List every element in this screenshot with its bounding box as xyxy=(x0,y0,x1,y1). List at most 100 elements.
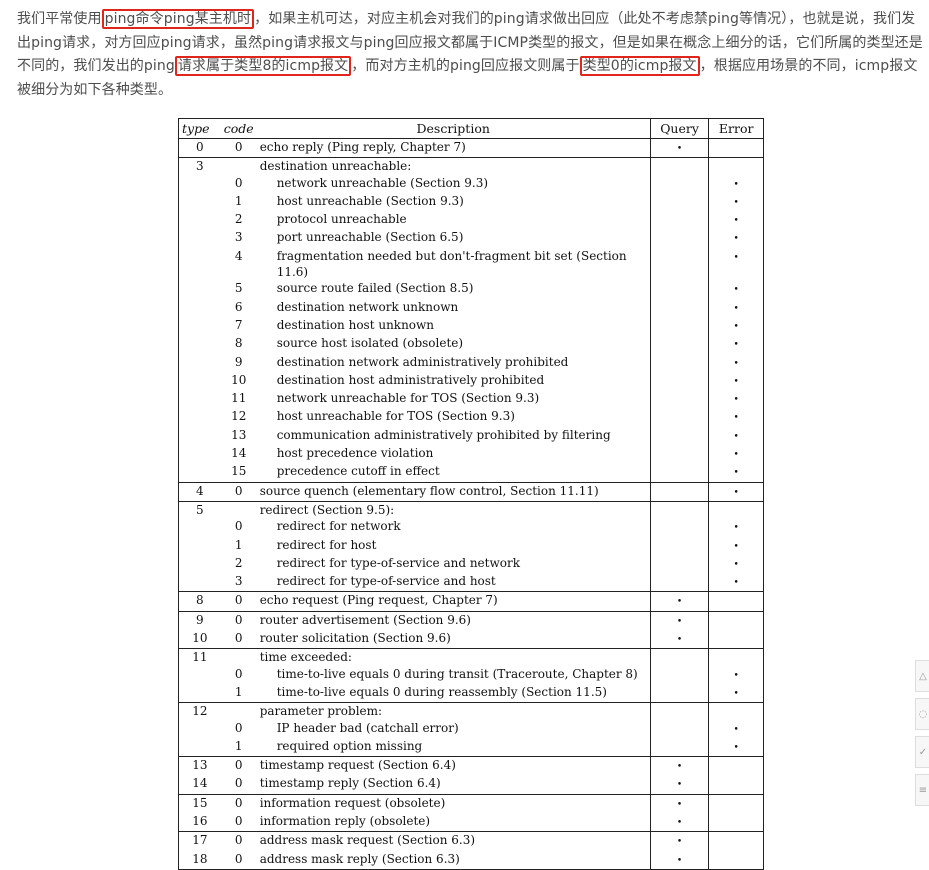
header-description: Description xyxy=(256,118,651,139)
query-cell xyxy=(649,390,709,409)
table-row: 15 precedence cutoff in effect • xyxy=(178,463,764,483)
query-cell xyxy=(649,445,709,464)
type-cell xyxy=(179,537,221,555)
error-cell: • xyxy=(708,463,764,483)
table-row: 3 destination unreachable: xyxy=(179,157,764,175)
table-row: 5 redirect (Section 9.5): xyxy=(179,501,764,519)
query-cell xyxy=(649,683,709,704)
description-cell: router solicitation (Section 9.6) xyxy=(256,630,651,650)
error-cell: • xyxy=(708,426,764,446)
query-cell xyxy=(649,536,709,555)
table-row: 3 redirect for type-of-service and host • xyxy=(178,573,764,593)
description-cell: host precedence violation xyxy=(276,446,434,461)
description-cell: source host isolated (obsolete) xyxy=(276,336,464,351)
error-cell xyxy=(708,591,764,612)
query-cell xyxy=(649,353,709,372)
table-row: 8 source host isolated (obsolete) • xyxy=(179,335,764,354)
query-cell xyxy=(649,426,709,446)
code-cell: 2 xyxy=(234,555,243,570)
query-cell xyxy=(649,408,709,427)
code-cell xyxy=(221,649,257,666)
table-row: 0 0 echo reply (Ping reply, Chapter 7) • xyxy=(178,138,764,159)
floating-side-toolbar: △ ◌ ✓ ≡ xyxy=(915,660,929,812)
bullet-mark: • xyxy=(733,541,739,552)
error-cell xyxy=(708,138,764,159)
code-cell: 9 xyxy=(234,354,243,369)
type-cell xyxy=(179,518,221,536)
bullet-mark: • xyxy=(733,724,739,735)
code-cell: 0 xyxy=(220,630,257,650)
description-cell: redirect for type-of-service and host xyxy=(256,573,651,593)
bullet-mark: • xyxy=(733,303,739,314)
query-cell xyxy=(649,737,709,758)
error-cell: • xyxy=(708,536,764,555)
code-cell: 3 xyxy=(220,573,257,593)
description-cell: host unreachable for TOS (Section 9.3) xyxy=(276,409,515,424)
code-cell: 1 xyxy=(234,193,243,208)
error-cell: • xyxy=(708,482,764,502)
bullet-mark: • xyxy=(676,597,683,608)
bullet-mark: • xyxy=(676,817,683,828)
header-code: code xyxy=(220,118,257,139)
code-cell: 12 xyxy=(231,409,247,424)
code-cell: 11 xyxy=(231,391,247,406)
type-cell xyxy=(179,408,221,426)
description-cell: IP header bad (catchall error) xyxy=(276,720,459,735)
error-cell xyxy=(708,611,764,631)
code-cell: 0 xyxy=(220,138,257,159)
type-cell xyxy=(179,317,221,335)
bullet-mark: • xyxy=(733,578,739,589)
error-cell: • xyxy=(708,316,764,336)
table-header-row: type code Description Query Error xyxy=(178,118,764,139)
query-cell: • xyxy=(649,794,709,813)
table-row: 13 0 timestamp request (Section 6.4) • xyxy=(179,756,764,776)
bullet-mark: • xyxy=(733,197,739,208)
error-cell: • xyxy=(708,719,764,738)
error-cell: • xyxy=(708,353,764,372)
query-cell: • xyxy=(649,775,709,795)
type-cell: 17 xyxy=(192,833,208,848)
bullet-mark: • xyxy=(733,523,739,534)
menu-icon[interactable]: ≡ xyxy=(915,774,929,806)
code-cell: 0 xyxy=(234,833,243,848)
description-cell: timestamp request (Section 6.4) xyxy=(259,758,456,773)
description-cell: source route failed (Section 8.5) xyxy=(276,281,474,296)
code-cell: 13 xyxy=(231,427,247,442)
description-cell: time-to-live equals 0 during reassembly … xyxy=(256,683,651,704)
table-row: 9 destination network administratively pr… xyxy=(179,353,764,372)
comment-icon[interactable]: ◌ xyxy=(915,698,929,730)
table-row: 1 redirect for host • xyxy=(179,536,764,555)
query-cell: • xyxy=(649,831,709,851)
like-icon[interactable]: △ xyxy=(915,660,929,692)
query-cell xyxy=(649,648,709,666)
description-cell: destination unreachable: xyxy=(259,159,412,174)
description-cell: echo reply (Ping reply, Chapter 7) xyxy=(256,138,651,159)
error-cell: • xyxy=(708,665,764,684)
type-cell xyxy=(178,463,221,483)
table-row: 13 communication administratively prohibi… xyxy=(179,426,764,446)
query-cell xyxy=(649,518,709,537)
bullet-mark: • xyxy=(676,635,683,646)
code-cell: 6 xyxy=(234,299,243,314)
query-cell xyxy=(649,174,709,193)
table-row: 0 network unreachable (Section 9.3) • xyxy=(179,174,764,193)
table-row: 11 time exceeded: xyxy=(179,648,764,666)
type-cell xyxy=(179,248,221,281)
error-cell xyxy=(708,501,764,519)
type-cell xyxy=(179,193,221,211)
type-cell: 10 xyxy=(178,630,221,650)
table-row: 18 0 address mask reply (Section 6.3) • xyxy=(179,850,764,870)
description-cell: protocol unreachable xyxy=(276,212,407,227)
code-cell: 0 xyxy=(220,482,257,502)
error-cell: • xyxy=(708,174,764,193)
description-cell: address mask request (Section 6.3) xyxy=(259,833,476,848)
collect-icon[interactable]: ✓ xyxy=(915,736,929,768)
error-cell xyxy=(708,794,764,813)
error-cell xyxy=(708,831,764,851)
query-cell xyxy=(649,482,709,502)
table-row: 0 IP header bad (catchall error) • xyxy=(179,719,764,738)
code-cell: 15 xyxy=(220,463,257,483)
highlighted-text: 请求属于类型8的icmp报文 xyxy=(174,56,352,76)
query-cell xyxy=(649,211,709,230)
table-row: 10 0 router solicitation (Section 9.6) • xyxy=(178,630,764,650)
